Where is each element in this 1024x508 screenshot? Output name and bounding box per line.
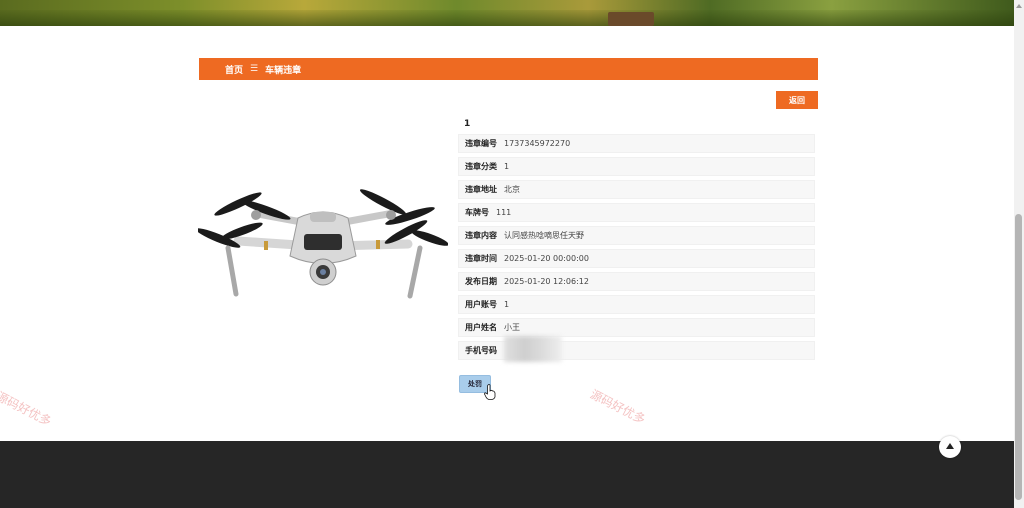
field-label: 用户账号 bbox=[465, 300, 497, 309]
arrow-up-icon bbox=[946, 443, 954, 449]
field-value: 北京 bbox=[504, 185, 520, 194]
field-label: 违章内容 bbox=[465, 231, 497, 240]
info-row-violation-time: 违章时间 2025-01-20 00:00:00 bbox=[458, 249, 815, 268]
field-label: 违章分类 bbox=[465, 162, 497, 171]
scrollbar-thumb[interactable] bbox=[1015, 214, 1022, 500]
field-value: 认同感热唸嘀思任天野 bbox=[504, 231, 584, 240]
watermark-center: 源码好优多 bbox=[587, 387, 648, 427]
info-row-user-name: 用户姓名 小王 bbox=[458, 318, 815, 337]
field-value: 2025-01-20 00:00:00 bbox=[504, 254, 589, 263]
field-label: 违章编号 bbox=[465, 139, 497, 148]
hand-pointer-icon bbox=[484, 384, 496, 400]
field-value: 小王 bbox=[504, 323, 520, 332]
field-value: 2025-01-20 12:06:12 bbox=[504, 277, 589, 286]
field-label: 用户姓名 bbox=[465, 323, 497, 332]
info-row-user-account: 用户账号 1 bbox=[458, 295, 815, 314]
field-value: 111 bbox=[496, 208, 512, 217]
info-row-violation-content: 违章内容 认同感热唸嘀思任天野 bbox=[458, 226, 815, 245]
field-value: 1 bbox=[504, 300, 510, 309]
field-label: 手机号码 bbox=[465, 346, 497, 355]
back-button[interactable]: 返回 bbox=[776, 91, 818, 109]
breadcrumb-separator-icon: ☰ bbox=[250, 64, 259, 74]
back-to-top-button[interactable] bbox=[939, 436, 961, 458]
field-label: 违章时间 bbox=[465, 254, 497, 263]
watermark-left: 源码好优多 bbox=[0, 389, 54, 429]
breadcrumb: 首页 ☰ 车辆违章 bbox=[199, 58, 818, 80]
info-row-violation-number: 违章编号 1737345972270 bbox=[458, 134, 815, 153]
field-label: 车牌号 bbox=[465, 208, 489, 217]
detail-title: 1 bbox=[464, 119, 471, 129]
vehicle-image bbox=[198, 189, 448, 299]
info-row-plate-number: 车牌号 111 bbox=[458, 203, 815, 222]
info-row-publish-date: 发布日期 2025-01-20 12:06:12 bbox=[458, 272, 815, 291]
header-banner-image bbox=[0, 0, 1014, 26]
page-footer bbox=[0, 441, 1014, 508]
info-row-violation-address: 违章地址 北京 bbox=[458, 180, 815, 199]
field-label: 发布日期 bbox=[465, 277, 497, 286]
info-row-phone-number: 手机号码 bbox=[458, 335, 815, 362]
field-value: 1 bbox=[504, 162, 510, 171]
breadcrumb-home-link[interactable]: 首页 bbox=[225, 63, 243, 76]
redacted-phone-value bbox=[504, 335, 562, 362]
breadcrumb-current: 车辆违章 bbox=[265, 65, 302, 76]
field-label: 违章地址 bbox=[465, 185, 497, 194]
field-value: 1737345972270 bbox=[504, 139, 571, 148]
info-row-violation-category: 违章分类 1 bbox=[458, 157, 815, 176]
scroll-up-arrow[interactable] bbox=[1016, 4, 1022, 8]
